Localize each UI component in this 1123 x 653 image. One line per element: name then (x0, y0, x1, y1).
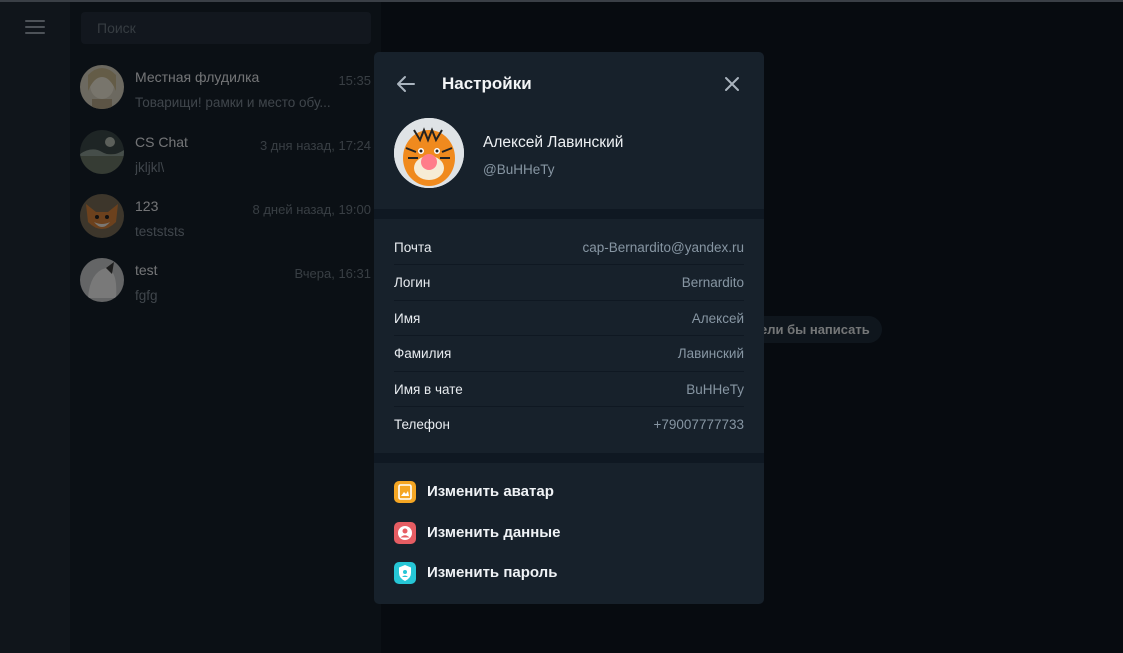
action-label: Изменить аватар (427, 483, 554, 500)
top-border (0, 0, 1123, 2)
profile-info-list: Почта cap-Bernardito@yandex.ru Логин Ber… (394, 230, 744, 442)
user-icon (394, 521, 416, 544)
info-label: Фамилия (394, 346, 452, 362)
info-value: Лавинский (677, 346, 744, 362)
back-arrow-icon[interactable] (394, 72, 418, 96)
change-data-button[interactable]: Изменить данные (374, 514, 764, 555)
info-label: Имя (394, 310, 421, 326)
action-label: Изменить данные (427, 523, 561, 541)
info-label: Почта (394, 240, 432, 255)
settings-actions: Изменить аватар Изменить данные Изменить… (374, 473, 764, 595)
app-window: Местная флудилка 15:35 Товарищи! рамки и… (0, 0, 1123, 653)
info-label: Логин (394, 275, 431, 291)
shield-icon (394, 562, 416, 584)
info-row-display-name: Имя в чате BuHHeTy (394, 372, 744, 407)
modal-header: Настройки (374, 52, 764, 116)
profile-section: Алексей Лавинский @BuHHeTy (374, 116, 764, 209)
modal-title: Настройки (442, 74, 532, 93)
profile-name: Алексей Лавинский (483, 134, 624, 151)
section-divider (374, 209, 764, 219)
profile-username: @BuHHeTy (483, 162, 555, 177)
info-row-email: Почта cap-Bernardito@yandex.ru (394, 230, 744, 266)
profile-avatar[interactable] (394, 118, 464, 188)
info-value: BuHHeTy (686, 381, 744, 397)
info-label: Имя в чате (394, 381, 463, 397)
action-label: Изменить пароль (427, 564, 558, 581)
info-value: +79007777733 (653, 416, 744, 432)
info-row-first-name: Имя Алексей (394, 301, 744, 337)
info-value: Алексей (691, 310, 744, 326)
section-divider (374, 453, 764, 463)
image-icon (394, 481, 416, 503)
info-label: Телефон (394, 416, 451, 432)
info-value: Bernardito (681, 275, 744, 291)
info-row-last-name: Фамилия Лавинский (394, 336, 744, 372)
change-avatar-button[interactable]: Изменить аватар (374, 473, 764, 514)
info-value: cap-Bernardito@yandex.ru (582, 240, 744, 255)
info-row-login: Логин Bernardito (394, 265, 744, 301)
close-icon[interactable] (720, 72, 744, 96)
settings-modal: Настройки Алексей Лавинский @BuHHeTy Поч… (374, 52, 764, 604)
info-row-phone: Телефон +79007777733 (394, 407, 744, 442)
change-password-button[interactable]: Изменить пароль (374, 554, 764, 595)
